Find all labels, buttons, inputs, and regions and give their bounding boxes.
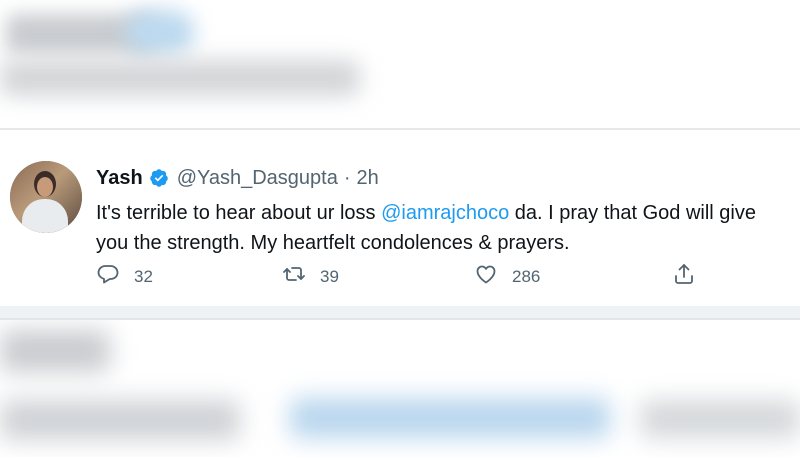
text-before-mention: It's terrible to hear about ur loss bbox=[96, 202, 382, 224]
blurred-text bbox=[0, 60, 360, 96]
tweet-text-line-1: It's terrible to hear about ur loss @iam… bbox=[96, 198, 800, 228]
timestamp[interactable]: 2h bbox=[357, 166, 379, 190]
blurred-badge bbox=[125, 10, 195, 55]
like-count: 286 bbox=[512, 266, 541, 286]
display-name[interactable]: Yash bbox=[96, 166, 143, 190]
blurred-next-tweet bbox=[0, 320, 800, 457]
tweet-actions: 32 39 286 bbox=[96, 262, 736, 292]
avatar[interactable] bbox=[10, 161, 82, 233]
user-handle[interactable]: @Yash_Dasgupta bbox=[177, 166, 338, 190]
heart-icon bbox=[474, 262, 498, 291]
reply-count: 32 bbox=[134, 266, 153, 286]
like-button[interactable]: 286 bbox=[474, 262, 540, 291]
separator-dot: · bbox=[343, 167, 351, 189]
tweet-card[interactable]: Yash @Yash_Dasgupta · 2h It's terrible t… bbox=[0, 138, 800, 306]
reply-icon bbox=[96, 262, 120, 291]
retweet-button[interactable]: 39 bbox=[282, 262, 339, 291]
blurred-text bbox=[640, 400, 800, 438]
retweet-icon bbox=[282, 262, 306, 291]
retweet-count: 39 bbox=[320, 266, 339, 286]
blurred-link bbox=[290, 398, 610, 438]
verified-badge-icon bbox=[149, 168, 169, 188]
tweet-text: It's terrible to hear about ur loss @iam… bbox=[96, 198, 800, 258]
blurred-previous-tweet bbox=[0, 0, 800, 128]
blurred-name bbox=[0, 330, 110, 372]
text-after-mention: da. I pray that God will give bbox=[509, 202, 756, 224]
blurred-text bbox=[0, 400, 240, 440]
divider bbox=[0, 128, 800, 130]
share-icon bbox=[672, 262, 696, 291]
tweet-header: Yash @Yash_Dasgupta · 2h bbox=[96, 166, 379, 190]
reply-button[interactable]: 32 bbox=[96, 262, 153, 291]
tweet-text-line-2: you the strength. My heartfelt condolenc… bbox=[96, 232, 570, 254]
mention-link[interactable]: @iamrajchoco bbox=[381, 202, 509, 224]
share-button[interactable] bbox=[672, 262, 696, 291]
